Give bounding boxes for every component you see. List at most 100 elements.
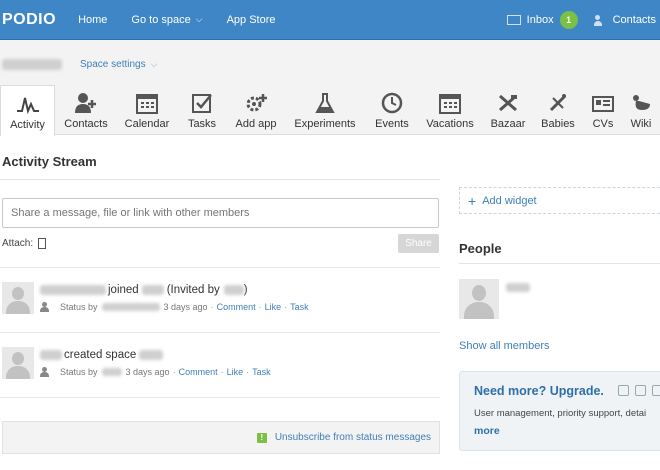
separator: · bbox=[172, 367, 176, 377]
cv-icon bbox=[591, 91, 615, 115]
tab-experiments[interactable]: Experiments bbox=[289, 85, 361, 135]
inbox-link[interactable]: Inbox 1 bbox=[506, 11, 578, 29]
inviter-name-redacted[interactable] bbox=[223, 285, 244, 295]
activity-action: created space bbox=[64, 349, 137, 361]
author-name-redacted[interactable] bbox=[101, 303, 160, 311]
divider bbox=[459, 263, 660, 264]
space-name-redacted bbox=[2, 59, 62, 70]
app-tabs-bar: Activity Contacts Calendar Tasks Add app… bbox=[0, 85, 660, 136]
share-button[interactable]: Share bbox=[398, 234, 439, 253]
tab-tasks[interactable]: Tasks bbox=[180, 85, 224, 135]
status-by-label: Status by bbox=[60, 367, 98, 377]
podio-logo[interactable]: PODIO bbox=[2, 11, 56, 29]
divider bbox=[0, 179, 440, 180]
upgrade-icons bbox=[618, 385, 660, 396]
space-settings-dropdown[interactable]: Space settings ⌵ bbox=[80, 59, 157, 70]
tab-contacts-label: Contacts bbox=[64, 118, 108, 130]
contacts-link[interactable]: Contacts bbox=[593, 14, 656, 26]
space-name-redacted[interactable] bbox=[139, 350, 164, 360]
alert-icon: ! bbox=[256, 432, 267, 443]
tab-add-app[interactable]: Add app bbox=[231, 85, 281, 135]
nav-home-link[interactable]: Home bbox=[78, 14, 107, 26]
comment-link[interactable]: Comment bbox=[179, 367, 218, 377]
add-widget-button[interactable]: + Add widget bbox=[459, 187, 660, 214]
top-navigation-bar: PODIO Home Go to space ⌵ App Store Inbox … bbox=[0, 0, 660, 40]
user-name-redacted[interactable] bbox=[40, 350, 62, 360]
tab-calendar-label: Calendar bbox=[124, 118, 170, 130]
add-app-icon bbox=[244, 91, 268, 115]
like-link[interactable]: Like bbox=[265, 302, 282, 312]
contacts-icon bbox=[593, 14, 608, 26]
tab-vacations[interactable]: Vacations bbox=[421, 85, 479, 135]
show-all-members-link[interactable]: Show all members bbox=[459, 340, 549, 352]
nav-home-label: Home bbox=[78, 13, 108, 26]
inbox-count-badge: 1 bbox=[559, 11, 578, 29]
tab-activity[interactable]: Activity bbox=[0, 85, 55, 136]
author-name-redacted[interactable] bbox=[101, 368, 122, 376]
tab-activity-label: Activity bbox=[10, 119, 45, 131]
unsubscribe-link[interactable]: Unsubscribe from status messages bbox=[275, 432, 431, 443]
user-name-redacted[interactable] bbox=[40, 285, 106, 295]
activity-icon bbox=[16, 92, 40, 116]
member-avatar[interactable] bbox=[459, 279, 499, 319]
nav-go-to-space-link[interactable]: Go to space ⌵ bbox=[131, 14, 202, 26]
tab-bazaar[interactable]: Bazaar bbox=[487, 85, 529, 135]
separator: · bbox=[258, 302, 262, 312]
inbox-label: Inbox bbox=[526, 14, 554, 26]
file-icon[interactable] bbox=[38, 238, 47, 249]
redacted-text bbox=[141, 285, 164, 295]
comment-link[interactable]: Comment bbox=[217, 302, 256, 312]
bazaar-icon bbox=[496, 91, 520, 115]
separator: · bbox=[210, 302, 214, 312]
tab-wiki[interactable]: Wiki bbox=[626, 85, 656, 135]
activity-item-joined: joined (Invited by ) bbox=[40, 284, 248, 296]
users-icon bbox=[635, 385, 646, 396]
clock-icon bbox=[380, 91, 404, 115]
tab-events[interactable]: Events bbox=[370, 85, 414, 135]
space-header: Space settings ⌵ bbox=[0, 40, 660, 85]
activity-item-created-space: created space bbox=[40, 349, 164, 361]
nav-app-store-link[interactable]: App Store bbox=[227, 14, 276, 26]
tab-vacations-label: Vacations bbox=[426, 118, 474, 130]
member-name-redacted[interactable] bbox=[506, 283, 530, 292]
status-icon bbox=[40, 367, 54, 377]
calendar-icon bbox=[438, 91, 462, 115]
upgrade-panel: Need more? Upgrade. User management, pri… bbox=[459, 371, 660, 451]
share-message-input[interactable] bbox=[2, 198, 439, 228]
timestamp: 3 days ago bbox=[125, 367, 170, 377]
attach-control[interactable]: Attach: bbox=[2, 238, 47, 249]
like-link[interactable]: Like bbox=[227, 367, 244, 377]
contacts-icon bbox=[74, 91, 98, 115]
task-link[interactable]: Task bbox=[252, 367, 271, 377]
upgrade-title[interactable]: Need more? Upgrade. bbox=[474, 384, 604, 398]
tab-events-label: Events bbox=[375, 118, 409, 130]
tab-bazaar-label: Bazaar bbox=[490, 118, 526, 130]
tab-calendar[interactable]: Calendar bbox=[121, 85, 173, 135]
invited-by-text: (Invited by bbox=[166, 284, 220, 296]
tab-cvs[interactable]: CVs bbox=[587, 85, 619, 135]
tab-tasks-label: Tasks bbox=[187, 118, 217, 130]
divider bbox=[0, 332, 440, 333]
upgrade-description: User management, priority support, detai bbox=[474, 408, 647, 419]
divider bbox=[0, 267, 440, 268]
calendar-icon bbox=[135, 91, 159, 115]
status-icon bbox=[40, 302, 54, 312]
tab-babies[interactable]: Babies bbox=[537, 85, 579, 135]
activity-stream-title: Activity Stream bbox=[2, 154, 97, 169]
tab-contacts[interactable]: Contacts bbox=[60, 85, 112, 135]
support-icon bbox=[652, 385, 660, 396]
activity-meta: Status by 3 days ago · Comment · Like · … bbox=[40, 367, 271, 377]
attach-label: Attach: bbox=[2, 238, 34, 249]
user-avatar[interactable] bbox=[2, 347, 34, 379]
upgrade-more-link[interactable]: more bbox=[474, 425, 500, 437]
task-link[interactable]: Task bbox=[290, 302, 309, 312]
people-title: People bbox=[459, 241, 502, 256]
add-widget-label: Add widget bbox=[482, 194, 537, 207]
invited-close-paren: ) bbox=[243, 284, 248, 296]
user-avatar[interactable] bbox=[2, 282, 34, 314]
divider bbox=[0, 397, 440, 398]
space-settings-label: Space settings bbox=[80, 59, 146, 70]
tab-wiki-label: Wiki bbox=[630, 118, 652, 130]
tab-add-app-label: Add app bbox=[235, 118, 277, 130]
mail-icon bbox=[506, 15, 521, 25]
